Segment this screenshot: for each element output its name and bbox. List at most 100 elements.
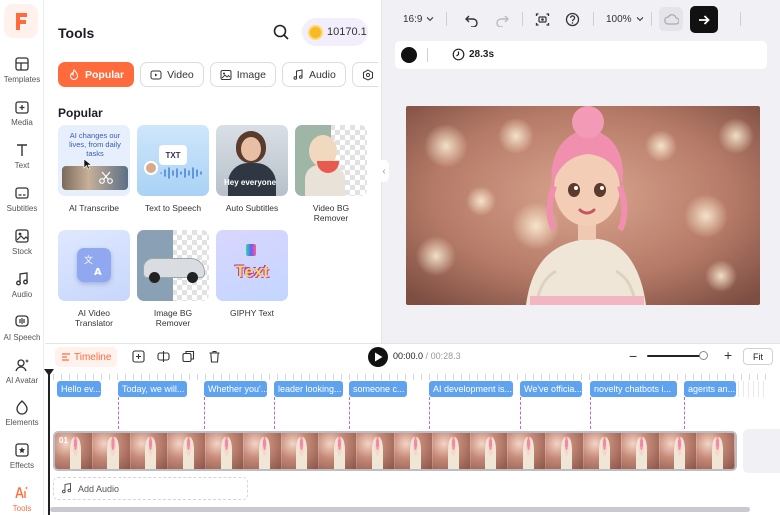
subtitle-clip[interactable]: leader looking... [274,381,343,397]
zoom-select[interactable]: 100% [606,10,645,28]
video-track[interactable]: 01 [53,431,737,471]
tool-tile-image-bg-remover[interactable]: Image BG Remover [137,230,209,328]
tool-tile-auto-subtitles[interactable]: Hey everyone Auto Subtitles [216,125,288,213]
export-button[interactable] [690,6,718,33]
tab-image[interactable]: Image [209,62,276,87]
cloud-save-button[interactable] [659,7,683,31]
undo-button[interactable] [464,10,479,28]
video-frame-thumbnail [470,433,509,469]
video-frame-thumbnail [697,433,735,469]
subtitle-clip[interactable]: Whether you'... [204,381,267,397]
zoom-out-button[interactable]: − [629,348,637,364]
redo-button[interactable] [495,10,510,28]
tool-tile-ai-video-translator[interactable]: 文A AI Video Translator [58,230,130,328]
subtitle-clip[interactable]: AI development is... [429,381,513,397]
sidebar-item-elements[interactable]: Elements [0,397,44,437]
aspect-ratio-select[interactable]: 16:9 [403,10,435,28]
subtitle-clip[interactable]: agents an... [684,381,736,397]
tile-label: Image BG Remover [153,308,193,328]
tab-more[interactable]: C [351,62,378,87]
credits-value: 10170.1 [327,26,367,38]
sidebar-item-effects[interactable]: Effects [0,440,44,480]
tools-icon [15,486,28,499]
credits-badge[interactable]: 10170.1 [302,18,368,46]
zoom-slider[interactable] [647,355,707,357]
tool-tile-text-to-speech[interactable]: TXT Text to Speech [137,125,209,213]
collapse-panel-handle[interactable]: ‹ [379,160,389,182]
subtitle-clip[interactable]: novelty chatbots i... [590,381,677,397]
coin-icon [308,24,323,40]
video-strip-image [62,166,128,190]
subtitle-clip[interactable]: We've officia... [520,381,582,397]
sidebar-item-label: AI Avatar [5,376,39,385]
thumb-caption: AI changes our lives, from daily tasks [69,131,121,158]
giphy-text-thumbnail: Text [216,230,288,301]
help-button[interactable] [565,10,580,28]
split-icon[interactable] [157,350,170,363]
subtitles-icon [15,187,29,199]
app-logo[interactable] [4,4,38,38]
ai-avatar-icon [15,359,29,372]
current-time: 00:00.0 [393,351,424,361]
sidebar-item-ai-avatar[interactable]: AI Avatar [0,355,44,395]
zoom-slider-handle[interactable] [699,351,708,360]
timeline-scrollbar[interactable] [50,507,750,512]
duration-display[interactable]: 28.3s [452,48,494,61]
video-bg-remover-thumbnail [295,125,367,196]
zoom-in-button[interactable]: + [724,347,732,363]
text-to-speech-thumbnail: TXT [137,125,209,196]
capture-button[interactable] [535,10,550,28]
duration-value: 28.3s [469,49,495,60]
ai-speech-icon [15,315,29,327]
subtitle-clip[interactable]: Today, we will... [118,381,187,397]
audio-icon [16,272,28,286]
search-icon[interactable] [272,23,290,41]
text-icon [17,144,27,156]
add-audio-button[interactable]: Add Audio [53,477,248,500]
camera-frame-icon [535,12,550,26]
logo-icon [16,13,27,30]
tab-audio[interactable]: Audio [281,62,346,87]
subtitle-clip[interactable]: Hello ev... [57,381,101,397]
clip-marker [590,397,591,429]
tool-tile-giphy-text[interactable]: Text GIPHY Text [216,230,288,318]
sidebar-item-media[interactable]: Media [0,97,44,137]
sidebar-item-tools[interactable]: Tools [0,483,44,515]
sidebar-item-label: Media [11,118,33,127]
fit-button[interactable]: Fit [743,348,773,365]
time-ruler[interactable] [53,374,773,380]
trash-icon[interactable] [208,350,221,363]
video-frame-thumbnail [621,433,660,469]
timeline-icon [62,353,70,361]
duplicate-icon[interactable] [182,350,195,363]
tool-tile-video-bg-remover[interactable]: Video BG Remover [295,125,367,223]
templates-icon [15,57,29,71]
tool-tile-ai-transcribe[interactable]: AI changes our lives, from daily tasks A… [58,125,130,213]
play-button[interactable] [368,347,388,367]
tile-label: AI Transcribe [68,203,120,213]
subtitle-clip[interactable]: someone c... [349,381,407,397]
sidebar-item-audio[interactable]: Audio [0,269,44,309]
sidebar-item-text[interactable]: Text [0,140,44,180]
stock-icon [15,229,29,243]
media-icon [15,101,29,114]
playhead[interactable] [48,372,50,515]
shape-icon [362,68,373,81]
tab-popular[interactable]: Popular [58,62,135,87]
image-bg-remover-thumbnail [137,230,209,301]
tab-timeline[interactable]: Timeline [55,347,118,367]
sidebar-item-subtitles[interactable]: Subtitles [0,183,44,223]
sidebar-item-ai-speech[interactable]: AI Speech [0,312,44,352]
add-clip-icon[interactable] [132,350,145,363]
image-icon [220,69,232,80]
video-frame-thumbnail [432,433,471,469]
video-frame-thumbnail [281,433,320,469]
add-clip-slot[interactable] [743,429,780,473]
video-preview-canvas[interactable] [406,106,760,305]
track-number: 01 [59,436,68,445]
background-color-swatch[interactable] [401,47,417,63]
sidebar-item-stock[interactable]: Stock [0,226,44,266]
sidebar-item-templates[interactable]: Templates [0,54,44,94]
video-frame-thumbnail [395,433,433,469]
tab-video[interactable]: Video [140,62,204,87]
